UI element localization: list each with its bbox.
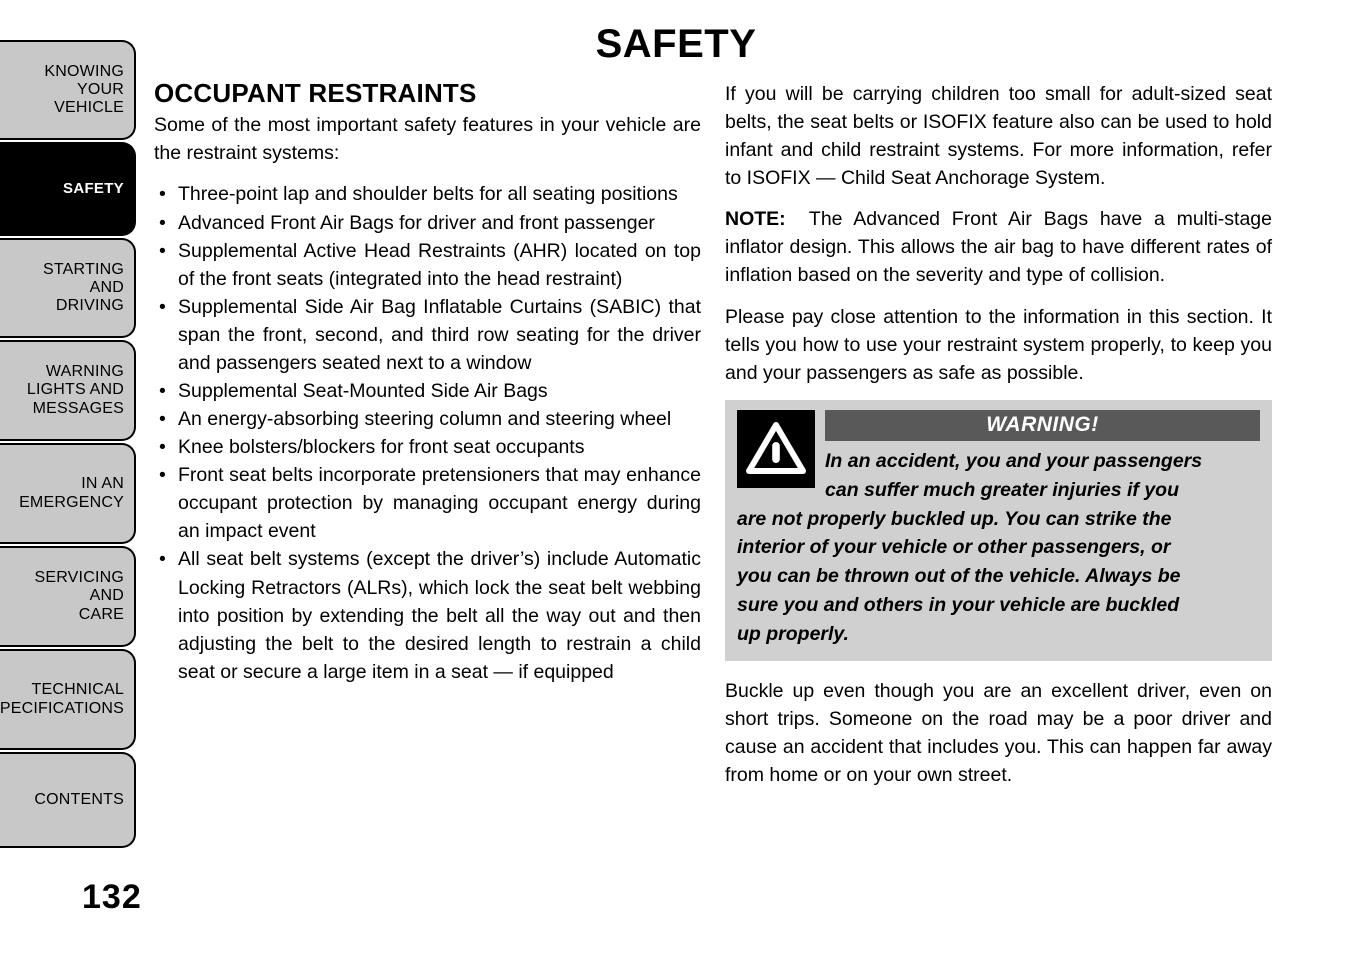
sidebar-item-label: TECHNICAL SPECIFICATIONS bbox=[0, 681, 124, 717]
attention-paragraph: Please pay close attention to the inform… bbox=[725, 305, 1272, 384]
warning-callout-box: WARNING! In an accident, you and your pa… bbox=[725, 399, 1272, 661]
warning-line: up properly. bbox=[737, 622, 849, 645]
warning-line: interior of your vehicle or other passen… bbox=[737, 536, 1171, 559]
list-item: Three-point lap and shoulder belts for a… bbox=[154, 180, 701, 208]
warning-title-bar: WARNING! bbox=[825, 409, 1260, 441]
section-heading-occupant-restraints: OCCUPANT RESTRAINTS bbox=[154, 78, 477, 108]
intro-paragraph: Some of the most important safety featur… bbox=[154, 114, 701, 165]
warning-line: In an accident, you and your passengers bbox=[825, 449, 1203, 472]
warning-text-full-width: are not properly buckled up. You can str… bbox=[737, 505, 1260, 649]
warning-line: can suffer much greater injuries if you bbox=[825, 478, 1179, 501]
sidebar-item-contents[interactable]: CONTENTS bbox=[0, 752, 136, 848]
sidebar-item-label: SAFETY bbox=[63, 180, 124, 198]
list-item: An energy-absorbing steering column and … bbox=[154, 405, 701, 433]
sidebar-item-knowing-your-vehicle[interactable]: KNOWING YOUR VEHICLE bbox=[0, 40, 136, 140]
note-body: The Advanced Front Air Bags have a multi… bbox=[725, 208, 1272, 287]
warning-title: WARNING! bbox=[986, 412, 1099, 436]
sidebar-item-in-an-emergency[interactable]: IN AN EMERGENCY bbox=[0, 443, 136, 544]
sidebar-item-label: IN AN EMERGENCY bbox=[19, 475, 124, 511]
warning-header-row: WARNING! In an accident, you and your pa… bbox=[737, 409, 1260, 505]
sidebar-item-label: STARTING AND DRIVING bbox=[42, 260, 124, 315]
list-item: All seat belt systems (except the driver… bbox=[154, 545, 701, 685]
sidebar-item-safety[interactable]: SAFETY bbox=[0, 142, 136, 236]
isofix-paragraph: If you will be carrying children too sma… bbox=[725, 83, 1272, 190]
note-paragraph: NOTE: The Advanced Front Air Bags have a… bbox=[725, 205, 1272, 289]
warning-triangle-icon bbox=[737, 409, 815, 488]
sidebar-item-warning-lights-and-messages[interactable]: WARNING LIGHTS AND MESSAGES bbox=[0, 340, 136, 441]
page-title: SAFETY bbox=[595, 22, 757, 66]
sidebar-item-starting-and-driving[interactable]: STARTING AND DRIVING bbox=[0, 238, 136, 338]
page-number: 132 bbox=[82, 878, 142, 916]
right-text-column: If you will be carrying children too sma… bbox=[725, 80, 1272, 802]
list-item: Supplemental Seat-Mounted Side Air Bags bbox=[154, 377, 701, 405]
list-item: Advanced Front Air Bags for driver and f… bbox=[154, 209, 701, 237]
sidebar-item-label: CONTENTS bbox=[34, 790, 124, 808]
buckle-up-paragraph: Buckle up even though you are an excelle… bbox=[725, 679, 1272, 787]
sidebar-tab-strip: KNOWING YOUR VEHICLE SAFETY STARTING AND… bbox=[0, 40, 136, 850]
left-text-column: OCCUPANT RESTRAINTS Some of the most imp… bbox=[154, 78, 701, 686]
sidebar-item-technical-specifications[interactable]: TECHNICAL SPECIFICATIONS bbox=[0, 649, 136, 750]
warning-line: sure you and others in your vehicle are … bbox=[737, 594, 1180, 617]
warning-text-indented: In an accident, you and your passengers … bbox=[825, 447, 1260, 505]
list-item: Front seat belts incorporate pretensione… bbox=[154, 461, 701, 545]
list-item: Knee bolsters/blockers for front seat oc… bbox=[154, 433, 701, 461]
sidebar-item-label: KNOWING YOUR VEHICLE bbox=[44, 62, 124, 117]
sidebar-item-servicing-and-care[interactable]: SERVICING AND CARE bbox=[0, 546, 136, 647]
note-label: NOTE: bbox=[725, 208, 786, 231]
list-item: Supplemental Active Head Restraints (AHR… bbox=[154, 237, 701, 293]
occupant-restraints-list: Three-point lap and shoulder belts for a… bbox=[154, 180, 701, 685]
list-item: Supplemental Side Air Bag Inflatable Cur… bbox=[154, 293, 701, 377]
sidebar-item-label: SERVICING AND CARE bbox=[34, 569, 124, 623]
warning-title-and-first-lines: WARNING! In an accident, you and your pa… bbox=[825, 409, 1260, 505]
warning-line: you can be thrown out of the vehicle. Al… bbox=[737, 565, 1181, 588]
warning-line: are not properly buckled up. You can str… bbox=[737, 507, 1172, 530]
sidebar-item-label: WARNING LIGHTS AND MESSAGES bbox=[26, 363, 124, 417]
